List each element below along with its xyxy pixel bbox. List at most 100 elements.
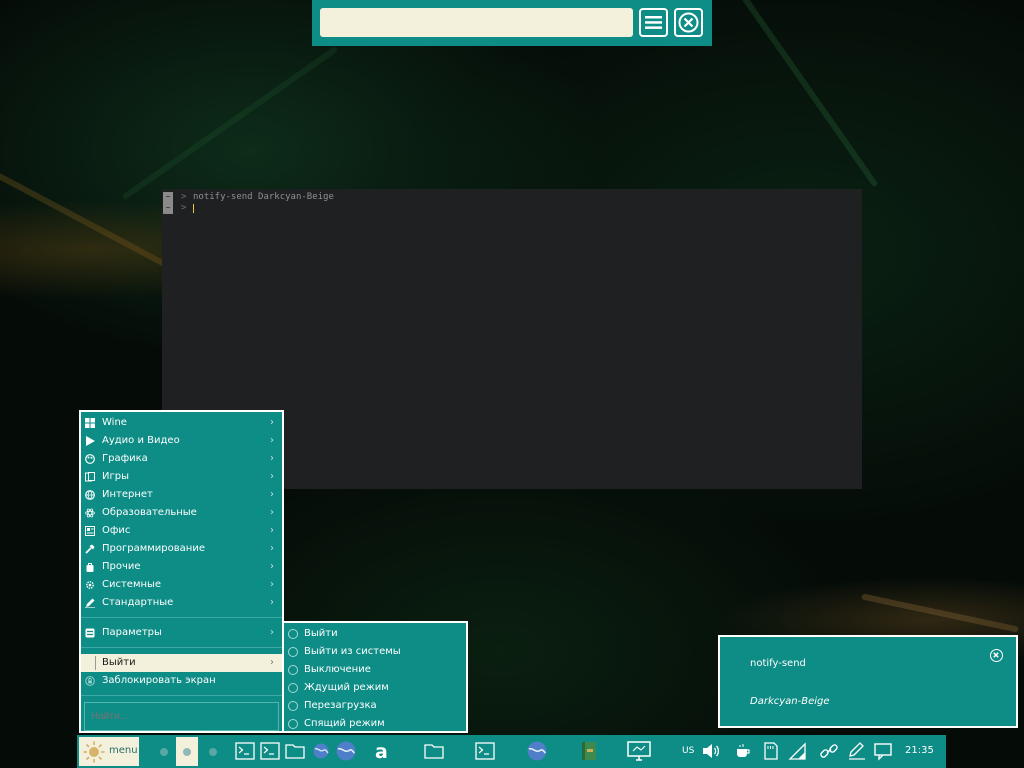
submenu-item-hibernate[interactable]: Спящий режим xyxy=(284,715,466,733)
globe-icon[interactable] xyxy=(311,741,331,761)
play-icon xyxy=(86,436,95,446)
workspace-indicator-active[interactable] xyxy=(176,737,198,766)
menu-item-label: Офис xyxy=(102,525,131,536)
menu-item-wine[interactable]: Wine › xyxy=(81,414,282,432)
submenu-item-label: Ждущий режим xyxy=(304,682,389,693)
exit-icon xyxy=(288,629,298,639)
pen-icon[interactable] xyxy=(847,741,867,761)
submenu-item-label: Выключение xyxy=(304,664,371,675)
submenu-item-label: Выйти xyxy=(304,628,338,639)
reboot-icon xyxy=(288,701,298,711)
chevron-right-icon: › xyxy=(270,627,274,638)
settings-icon xyxy=(85,628,95,638)
menu-item-label: Программирование xyxy=(102,543,205,554)
hamburger-icon[interactable] xyxy=(639,8,668,37)
start-menu-button[interactable]: menu xyxy=(79,737,139,766)
menu-item-standard[interactable]: Стандартные › xyxy=(81,594,282,612)
lock-icon xyxy=(85,676,95,686)
menu-item-lock-screen[interactable]: Заблокировать экран xyxy=(81,672,282,690)
submenu-item-shutdown[interactable]: Выключение xyxy=(284,661,466,679)
monitor-icon[interactable] xyxy=(627,741,651,761)
coffee-icon[interactable] xyxy=(733,741,753,761)
terminal-icon[interactable] xyxy=(260,741,280,761)
workspace-indicator[interactable] xyxy=(160,748,168,756)
menu-item-system[interactable]: Системные › xyxy=(81,576,282,594)
hammer-icon xyxy=(85,544,95,554)
search-input[interactable] xyxy=(320,8,633,37)
chevron-right-icon: › xyxy=(270,561,274,572)
chevron-right-icon: › xyxy=(270,453,274,464)
terminal-cursor xyxy=(193,204,194,213)
menu-divider xyxy=(81,617,282,618)
memory-card-icon[interactable] xyxy=(761,741,781,761)
sun-icon xyxy=(83,741,105,763)
chevron-right-icon: › xyxy=(270,471,274,482)
menu-item-office[interactable]: Офис › xyxy=(81,522,282,540)
chevron-right-icon: › xyxy=(270,657,274,668)
submenu-item-suspend[interactable]: Ждущий режим xyxy=(284,679,466,697)
palette-icon xyxy=(85,454,95,464)
menu-item-internet[interactable]: Интернет › xyxy=(81,486,282,504)
menu-item-label: Системные xyxy=(102,579,162,590)
link-icon[interactable] xyxy=(819,741,839,761)
menu-item-programming[interactable]: Программирование › xyxy=(81,540,282,558)
pencil-icon xyxy=(85,598,95,608)
bottom-panel: menu a US 21:35 xyxy=(77,735,946,768)
wallpaper-streak xyxy=(701,0,879,188)
notification-popup[interactable]: notify-send Darkcyan-Beige xyxy=(718,635,1018,728)
menu-item-games[interactable]: Игры › xyxy=(81,468,282,486)
application-menu: Wine › Аудио и Видео › Графика › Игры › … xyxy=(79,410,284,733)
signal-icon[interactable] xyxy=(788,741,808,761)
clock[interactable]: 21:35 xyxy=(905,745,934,756)
folder-icon[interactable] xyxy=(285,741,305,761)
notification-title: notify-send xyxy=(750,658,806,669)
browser-icon[interactable] xyxy=(335,740,357,762)
notification-body: Darkcyan-Beige xyxy=(750,696,830,707)
menu-item-education[interactable]: Образовательные › xyxy=(81,504,282,522)
keyboard-layout-indicator[interactable]: US xyxy=(682,746,694,756)
menu-item-graphics[interactable]: Графика › xyxy=(81,450,282,468)
submenu-item-exit[interactable]: Выйти xyxy=(284,625,466,643)
close-circle-icon[interactable] xyxy=(674,8,703,37)
chevron-right-icon: › xyxy=(270,507,274,518)
office-icon xyxy=(85,526,95,536)
menu-item-audio-video[interactable]: Аудио и Видео › xyxy=(81,432,282,450)
menu-search-input[interactable] xyxy=(84,702,279,731)
browser-icon[interactable] xyxy=(526,740,548,762)
terminal-line: ~ > xyxy=(162,202,862,214)
terminal-icon[interactable] xyxy=(475,741,495,761)
atom-icon xyxy=(85,508,95,518)
power-icon xyxy=(288,665,298,675)
chevron-right-icon: › xyxy=(270,417,274,428)
submenu-item-reboot[interactable]: Перезагрузка xyxy=(284,697,466,715)
notebook-icon[interactable] xyxy=(579,741,599,761)
svg-text:a: a xyxy=(375,741,388,761)
chevron-right-icon: › xyxy=(270,579,274,590)
terminal-prompt: > xyxy=(181,203,187,213)
hibernate-icon xyxy=(288,719,298,729)
chat-icon[interactable] xyxy=(873,741,893,761)
menu-item-label: Игры xyxy=(102,471,129,482)
chevron-right-icon: › xyxy=(270,597,274,608)
workspace-indicator[interactable] xyxy=(209,748,217,756)
terminal-icon[interactable] xyxy=(235,741,255,761)
gear-icon xyxy=(86,581,94,589)
menu-item-other[interactable]: Прочие › xyxy=(81,558,282,576)
close-circle-icon[interactable] xyxy=(990,649,1003,662)
wallpaper-streak xyxy=(861,593,1019,633)
menu-item-logout[interactable]: Выйти › xyxy=(81,654,282,672)
top-search-bar xyxy=(312,0,712,46)
suspend-icon xyxy=(288,683,298,693)
folder-icon[interactable] xyxy=(424,741,444,761)
menu-item-label: Графика xyxy=(102,453,148,464)
menu-item-label: Выйти xyxy=(102,657,136,668)
font-app-icon[interactable]: a xyxy=(373,741,393,761)
logout-icon xyxy=(288,647,298,657)
start-menu-label: menu xyxy=(109,745,138,756)
menu-item-settings[interactable]: Параметры › xyxy=(81,624,282,642)
wallpaper-streak xyxy=(121,45,339,201)
menu-item-label: Образовательные xyxy=(102,507,197,518)
submenu-item-logout[interactable]: Выйти из системы xyxy=(284,643,466,661)
bag-icon xyxy=(86,563,94,572)
volume-icon[interactable] xyxy=(701,741,721,761)
